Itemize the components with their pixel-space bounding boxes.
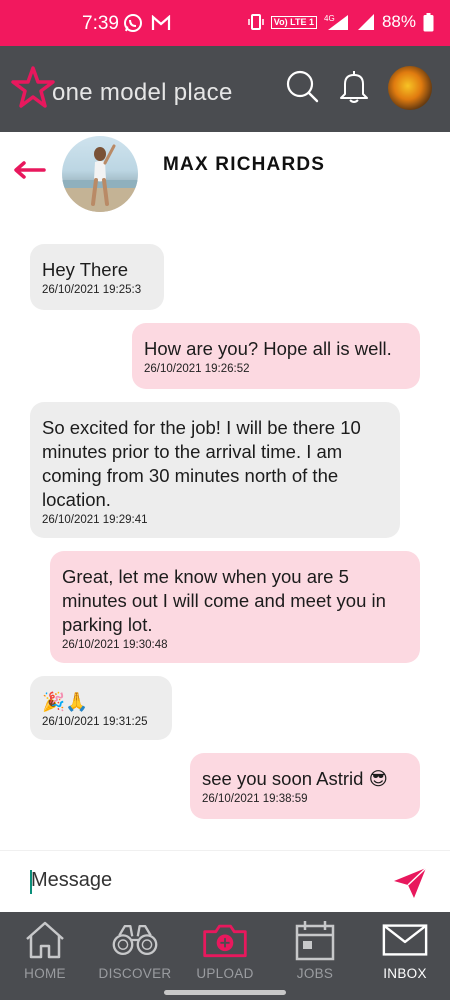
- message-input[interactable]: [31, 869, 361, 892]
- notifications-button[interactable]: [336, 68, 372, 108]
- svg-text:4G: 4G: [324, 14, 335, 23]
- message-timestamp: 26/10/2021 19:29:41: [42, 514, 148, 526]
- nav-label: INBOX: [383, 966, 427, 981]
- message-text: How are you? Hope all is well.: [144, 338, 392, 359]
- contact-name: MAX RICHARDS: [163, 154, 326, 175]
- nav-label: UPLOAD: [196, 966, 254, 981]
- message-bubble-incoming[interactable]: 🎉🙏 26/10/2021 19:31:25: [30, 676, 172, 740]
- bell-icon: [339, 68, 369, 109]
- nav-upload[interactable]: UPLOAD: [180, 912, 270, 1000]
- home-indicator[interactable]: [164, 990, 286, 995]
- message-timestamp: 26/10/2021 19:30:48: [62, 639, 168, 651]
- search-icon: [285, 69, 319, 108]
- arrow-left-icon: [12, 161, 46, 185]
- envelope-icon: [381, 918, 429, 962]
- message-timestamp: 26/10/2021 19:26:52: [144, 363, 250, 375]
- status-system-icons: Vo) LTE 1 4G 88%: [248, 12, 434, 32]
- status-bar: 7:39 Vo) LTE 1 4G 88%: [0, 0, 450, 46]
- profile-avatar[interactable]: [388, 66, 432, 110]
- vibrate-icon: [248, 13, 264, 31]
- header-actions: [284, 66, 432, 110]
- message-bubble-outgoing[interactable]: see you soon Astrid 😎 26/10/2021 19:38:5…: [190, 753, 420, 819]
- battery-icon: [423, 12, 434, 32]
- nav-label: DISCOVER: [98, 966, 172, 981]
- search-button[interactable]: [284, 68, 320, 108]
- message-text: see you soon Astrid 😎: [202, 768, 388, 789]
- message-bubble-incoming[interactable]: So excited for the job! I will be there …: [30, 402, 400, 538]
- bottom-nav: HOME DISCOVER UPLOAD JOBS INBOX: [0, 912, 450, 1000]
- message-text: So excited for the job! I will be there …: [42, 417, 361, 510]
- signal-icon: [357, 13, 375, 31]
- nav-inbox[interactable]: INBOX: [360, 912, 450, 1000]
- message-text: 🎉🙏: [42, 691, 89, 712]
- nav-home[interactable]: HOME: [0, 912, 90, 1000]
- binoculars-icon: [111, 918, 159, 962]
- home-icon: [21, 918, 69, 962]
- nav-label: HOME: [24, 966, 66, 981]
- app-logo[interactable]: one model place: [10, 66, 233, 115]
- message-bubble-incoming[interactable]: Hey There 26/10/2021 19:25:3: [30, 244, 164, 310]
- send-icon: [392, 867, 428, 904]
- volte-icon: Vo) LTE 1: [270, 15, 317, 29]
- message-timestamp: 26/10/2021 19:31:25: [42, 716, 148, 728]
- signal-4g-icon: 4G: [324, 13, 350, 31]
- nav-jobs[interactable]: JOBS: [270, 912, 360, 1000]
- message-text: Great, let me know when you are 5 minute…: [62, 566, 386, 635]
- send-button[interactable]: [392, 866, 428, 900]
- chat-header: MAX RICHARDS: [0, 132, 450, 222]
- message-timestamp: 26/10/2021 19:25:3: [42, 284, 142, 296]
- message-bubble-outgoing[interactable]: Great, let me know when you are 5 minute…: [50, 551, 420, 663]
- nav-label: JOBS: [296, 966, 334, 981]
- calendar-icon: [291, 918, 339, 962]
- star-logo-icon: [10, 66, 56, 115]
- app-header: one model place: [0, 46, 450, 132]
- back-button[interactable]: [12, 157, 46, 181]
- gmail-icon: [151, 14, 171, 36]
- message-text: Hey There: [42, 259, 129, 280]
- battery-percent: 88%: [381, 12, 416, 31]
- camera-icon: [201, 918, 249, 962]
- message-list[interactable]: Hey There 26/10/2021 19:25:3 How are you…: [0, 222, 450, 848]
- message-composer: [0, 850, 450, 912]
- nav-discover[interactable]: DISCOVER: [90, 912, 180, 1000]
- logo-text: one model place: [52, 78, 233, 106]
- contact-avatar[interactable]: [62, 136, 138, 212]
- status-time: 7:39: [82, 13, 119, 34]
- message-bubble-outgoing[interactable]: How are you? Hope all is well. 26/10/202…: [132, 323, 420, 389]
- whatsapp-icon: [123, 13, 143, 38]
- message-timestamp: 26/10/2021 19:38:59: [202, 793, 308, 805]
- status-notification-icons: [123, 13, 171, 38]
